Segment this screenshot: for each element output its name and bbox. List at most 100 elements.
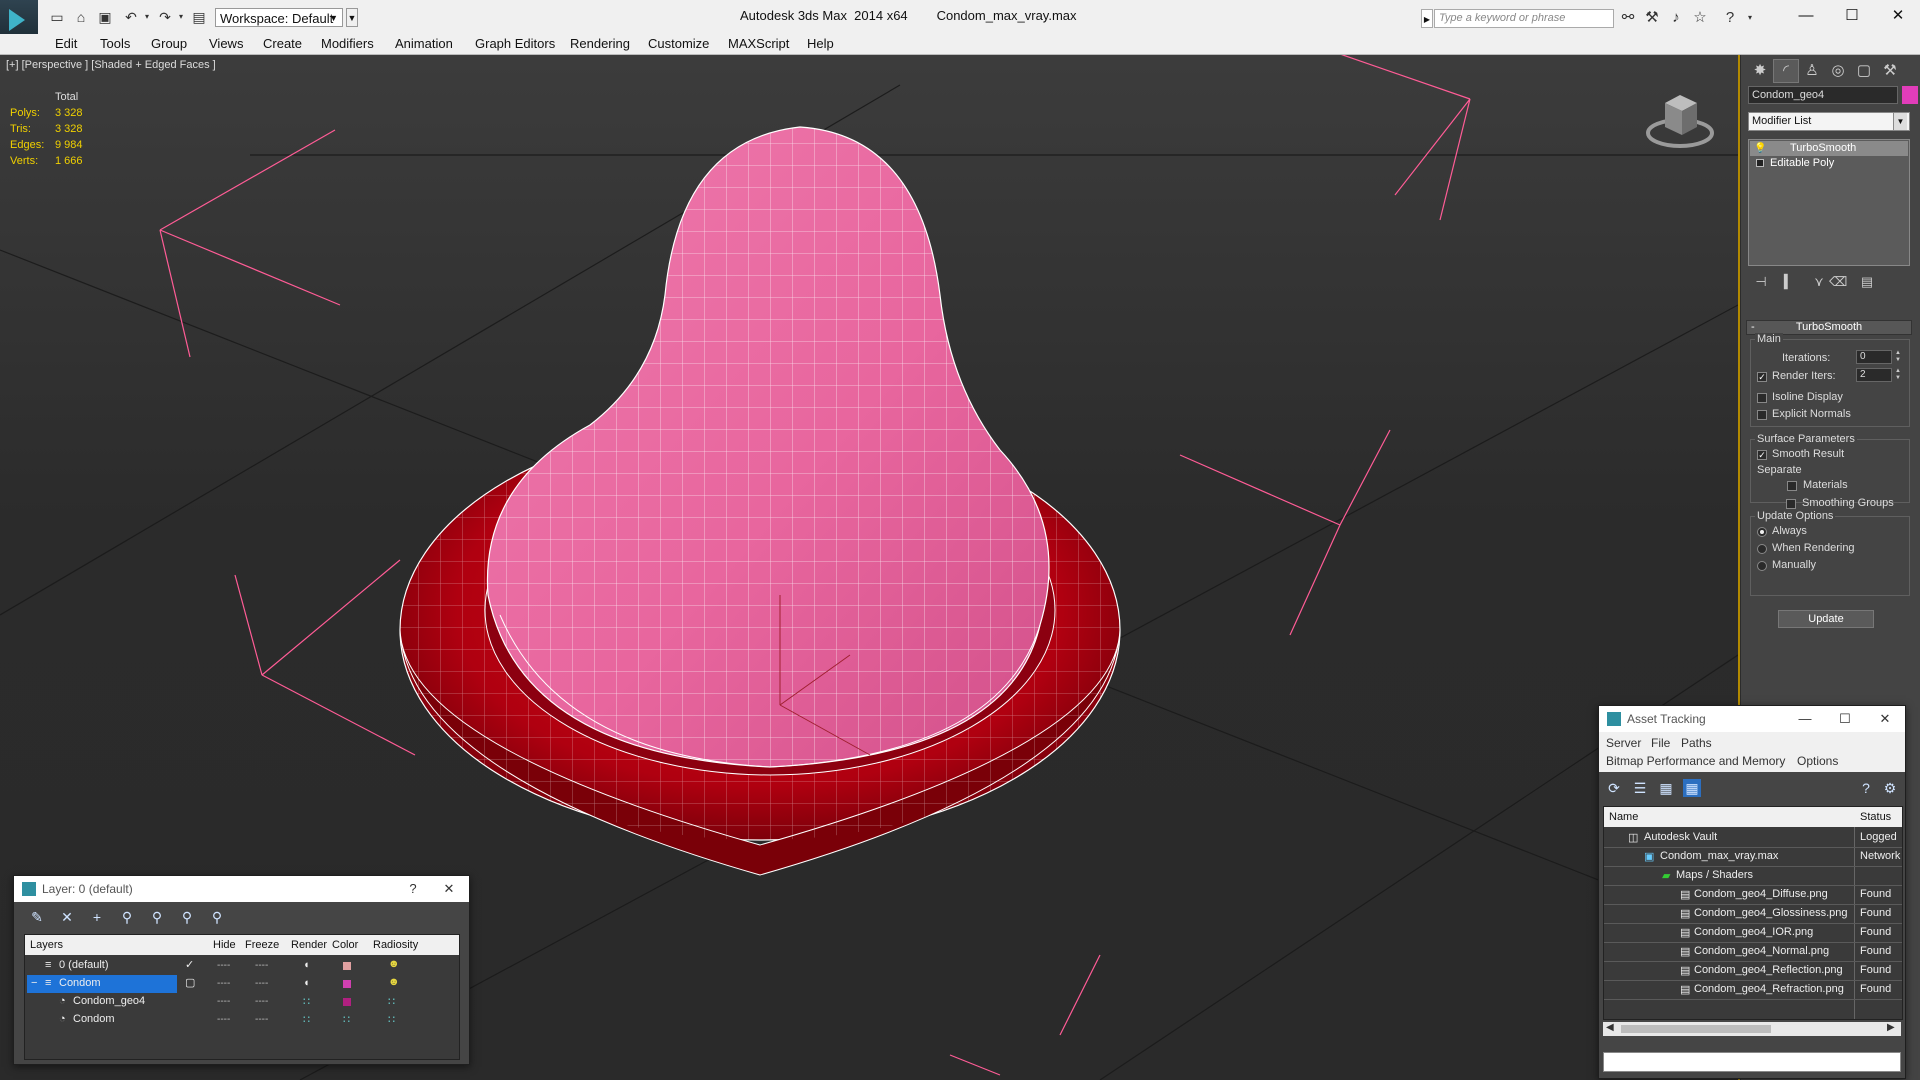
viewcube-icon[interactable] bbox=[1645, 83, 1715, 153]
undo-dropdown-icon[interactable]: ▾ bbox=[138, 8, 156, 26]
freeze-toggle[interactable]: ---- bbox=[255, 996, 268, 1007]
help-icon[interactable]: ? bbox=[1720, 9, 1740, 27]
lightbulb-icon[interactable]: 💡 bbox=[1754, 141, 1766, 156]
smooth-result-checkbox[interactable]: ✓ bbox=[1757, 450, 1767, 460]
teapot-render-icon[interactable]: ◖ bbox=[303, 959, 310, 971]
search-expand-icon[interactable]: ▶ bbox=[1421, 9, 1433, 28]
render-dots-icon[interactable]: ∷ bbox=[303, 1013, 310, 1026]
object-name-field[interactable]: Condom_geo4 bbox=[1748, 86, 1898, 104]
maximize-button[interactable]: ☐ bbox=[1825, 706, 1865, 732]
layer-row[interactable]: ≡ 0 (default) ✓ ---- ---- ◖ ☻ bbox=[25, 957, 430, 975]
menu-graph-editors[interactable]: Graph Editors bbox=[475, 36, 555, 51]
create-layer-icon[interactable]: ✎ bbox=[28, 908, 46, 926]
radiosity-icon[interactable]: ☻ bbox=[388, 976, 400, 988]
asset-row[interactable]: ▤ Condom_geo4_Refraction.png Found bbox=[1604, 980, 1902, 1000]
close-button[interactable]: ✕ bbox=[429, 876, 469, 902]
open-file-icon[interactable]: ⌂ bbox=[72, 8, 90, 26]
render-dots-icon[interactable]: ∷ bbox=[303, 995, 310, 1008]
close-window-button[interactable]: ✕ bbox=[1878, 4, 1918, 28]
asset-row[interactable]: ▤ Condom_geo4_Reflection.png Found bbox=[1604, 961, 1902, 981]
asset-window-titlebar[interactable]: Asset Tracking — ☐ ✕ bbox=[1599, 706, 1905, 732]
save-file-icon[interactable]: ▣ bbox=[96, 8, 114, 26]
utilities-tab-icon[interactable]: ⚒ bbox=[1877, 59, 1903, 83]
collapse-icon[interactable]: − bbox=[31, 977, 37, 989]
binoculars-icon[interactable]: ⚯ bbox=[1618, 9, 1638, 27]
spinner-arrows-icon[interactable]: ▲ ▼ bbox=[1894, 350, 1902, 364]
make-unique-icon[interactable]: ⋎ bbox=[1811, 274, 1827, 290]
menu-options[interactable]: Options bbox=[1797, 754, 1838, 768]
hide-toggle[interactable]: ---- bbox=[217, 996, 230, 1007]
radiosity-icon[interactable]: ☻ bbox=[388, 958, 400, 970]
help-icon[interactable]: ? bbox=[1857, 779, 1875, 797]
remove-modifier-icon[interactable]: ⌫ bbox=[1829, 274, 1847, 290]
show-end-result-icon[interactable]: ▍ bbox=[1781, 274, 1797, 290]
horizontal-scrollbar[interactable]: ◀ ▶ bbox=[1603, 1022, 1901, 1036]
minimize-button[interactable]: — bbox=[1786, 4, 1826, 28]
active-layer-check-icon[interactable]: ✓ bbox=[185, 958, 194, 971]
redo-dropdown-icon[interactable]: ▾ bbox=[172, 8, 190, 26]
layer-window-titlebar[interactable]: Layer: 0 (default) ? ✕ bbox=[14, 876, 469, 902]
spinner-arrows-icon[interactable]: ▲ ▼ bbox=[1894, 368, 1902, 382]
search-input[interactable]: Type a keyword or phrase bbox=[1434, 9, 1614, 28]
menu-edit[interactable]: Edit bbox=[55, 36, 77, 51]
configure-modifier-sets-icon[interactable]: ▤ bbox=[1859, 274, 1875, 290]
hide-toggle[interactable]: ---- bbox=[217, 960, 230, 971]
help-dropdown-icon[interactable]: ▾ bbox=[1740, 9, 1760, 27]
list-view-icon[interactable]: ☰ bbox=[1631, 779, 1649, 797]
refresh-icon[interactable]: ⟳ bbox=[1605, 779, 1623, 797]
smoothing-groups-checkbox[interactable] bbox=[1786, 499, 1796, 509]
manually-radio[interactable] bbox=[1757, 561, 1767, 571]
display-tab-icon[interactable]: ▢ bbox=[1851, 59, 1877, 83]
expand-plus-icon[interactable] bbox=[1756, 159, 1764, 167]
subscription-icon[interactable]: ⚒ bbox=[1642, 9, 1662, 27]
layer-color-swatch[interactable] bbox=[343, 962, 351, 970]
set-active-box-icon[interactable]: ▢ bbox=[185, 976, 195, 989]
freeze-toggle[interactable]: ---- bbox=[255, 978, 268, 989]
add-to-layer-icon[interactable]: + bbox=[88, 908, 106, 926]
materials-checkbox[interactable] bbox=[1787, 481, 1797, 491]
delete-layer-icon[interactable]: ✕ bbox=[58, 908, 76, 926]
asset-row[interactable]: ◫ Autodesk Vault Logged bbox=[1604, 828, 1902, 848]
menu-maxscript[interactable]: MAXScript bbox=[728, 36, 789, 51]
layer-color-swatch[interactable] bbox=[343, 998, 351, 1006]
menu-help[interactable]: Help bbox=[807, 36, 834, 51]
iterations-spinner[interactable]: 0 bbox=[1856, 350, 1892, 364]
render-iters-spinner[interactable]: 2 bbox=[1856, 368, 1892, 382]
hierarchy-tab-icon[interactable]: ♙ bbox=[1799, 59, 1825, 83]
menu-customize[interactable]: Customize bbox=[648, 36, 709, 51]
stack-item-editable-poly[interactable]: Editable Poly bbox=[1750, 156, 1908, 171]
freeze-toggle[interactable]: ---- bbox=[255, 1014, 268, 1025]
settings-icon[interactable]: ⚙ bbox=[1881, 779, 1899, 797]
asset-row[interactable]: ▣ Condom_max_vray.max Network bbox=[1604, 847, 1902, 867]
modify-tab-icon[interactable]: ◜ bbox=[1773, 59, 1799, 83]
asset-row[interactable]: ▤ Condom_geo4_Diffuse.png Found bbox=[1604, 885, 1902, 905]
always-radio[interactable] bbox=[1757, 527, 1767, 537]
freeze-all-layers-icon[interactable]: ⚲ bbox=[208, 908, 226, 926]
motion-tab-icon[interactable]: ◎ bbox=[1825, 59, 1851, 83]
minimize-button[interactable]: — bbox=[1785, 706, 1825, 732]
favorites-star-icon[interactable]: ☆ bbox=[1690, 9, 1710, 27]
radiosity-dots-icon[interactable]: ∷ bbox=[388, 1013, 395, 1026]
communication-center-icon[interactable]: ♪ bbox=[1666, 9, 1686, 27]
menu-modifiers[interactable]: Modifiers bbox=[321, 36, 374, 51]
asset-row[interactable]: ▤ Condom_geo4_Glossiness.png Found bbox=[1604, 904, 1902, 924]
menu-file[interactable]: File bbox=[1651, 736, 1670, 750]
menu-animation[interactable]: Animation bbox=[395, 36, 453, 51]
layer-row[interactable]: ◔ Condom ---- ---- ∷ ∷ ∷ bbox=[25, 1011, 430, 1029]
workspace-dropdown[interactable]: Workspace: Default ▼ bbox=[215, 8, 343, 27]
radiosity-dots-icon[interactable]: ∷ bbox=[388, 995, 395, 1008]
menu-views[interactable]: Views bbox=[209, 36, 243, 51]
teapot-render-icon[interactable]: ◖ bbox=[303, 977, 310, 989]
layer-color-swatch[interactable] bbox=[343, 980, 351, 988]
scroll-right-icon[interactable]: ▶ bbox=[1887, 1022, 1895, 1033]
help-button[interactable]: ? bbox=[393, 876, 433, 902]
hide-all-layers-icon[interactable]: ⚲ bbox=[178, 908, 196, 926]
menu-paths[interactable]: Paths bbox=[1681, 736, 1712, 750]
project-folder-icon[interactable]: ▤ bbox=[190, 8, 208, 26]
menu-bitmap-performance[interactable]: Bitmap Performance and Memory bbox=[1606, 754, 1785, 768]
detail-view-icon[interactable]: ▦ bbox=[1657, 779, 1675, 797]
stack-item-turbosmooth[interactable]: 💡 TurboSmooth bbox=[1750, 141, 1908, 156]
layer-row[interactable]: ◔ Condom_geo4 ---- ---- ∷ ∷ bbox=[25, 993, 430, 1011]
create-tab-icon[interactable]: ✸ bbox=[1747, 59, 1773, 83]
menu-group[interactable]: Group bbox=[151, 36, 187, 51]
